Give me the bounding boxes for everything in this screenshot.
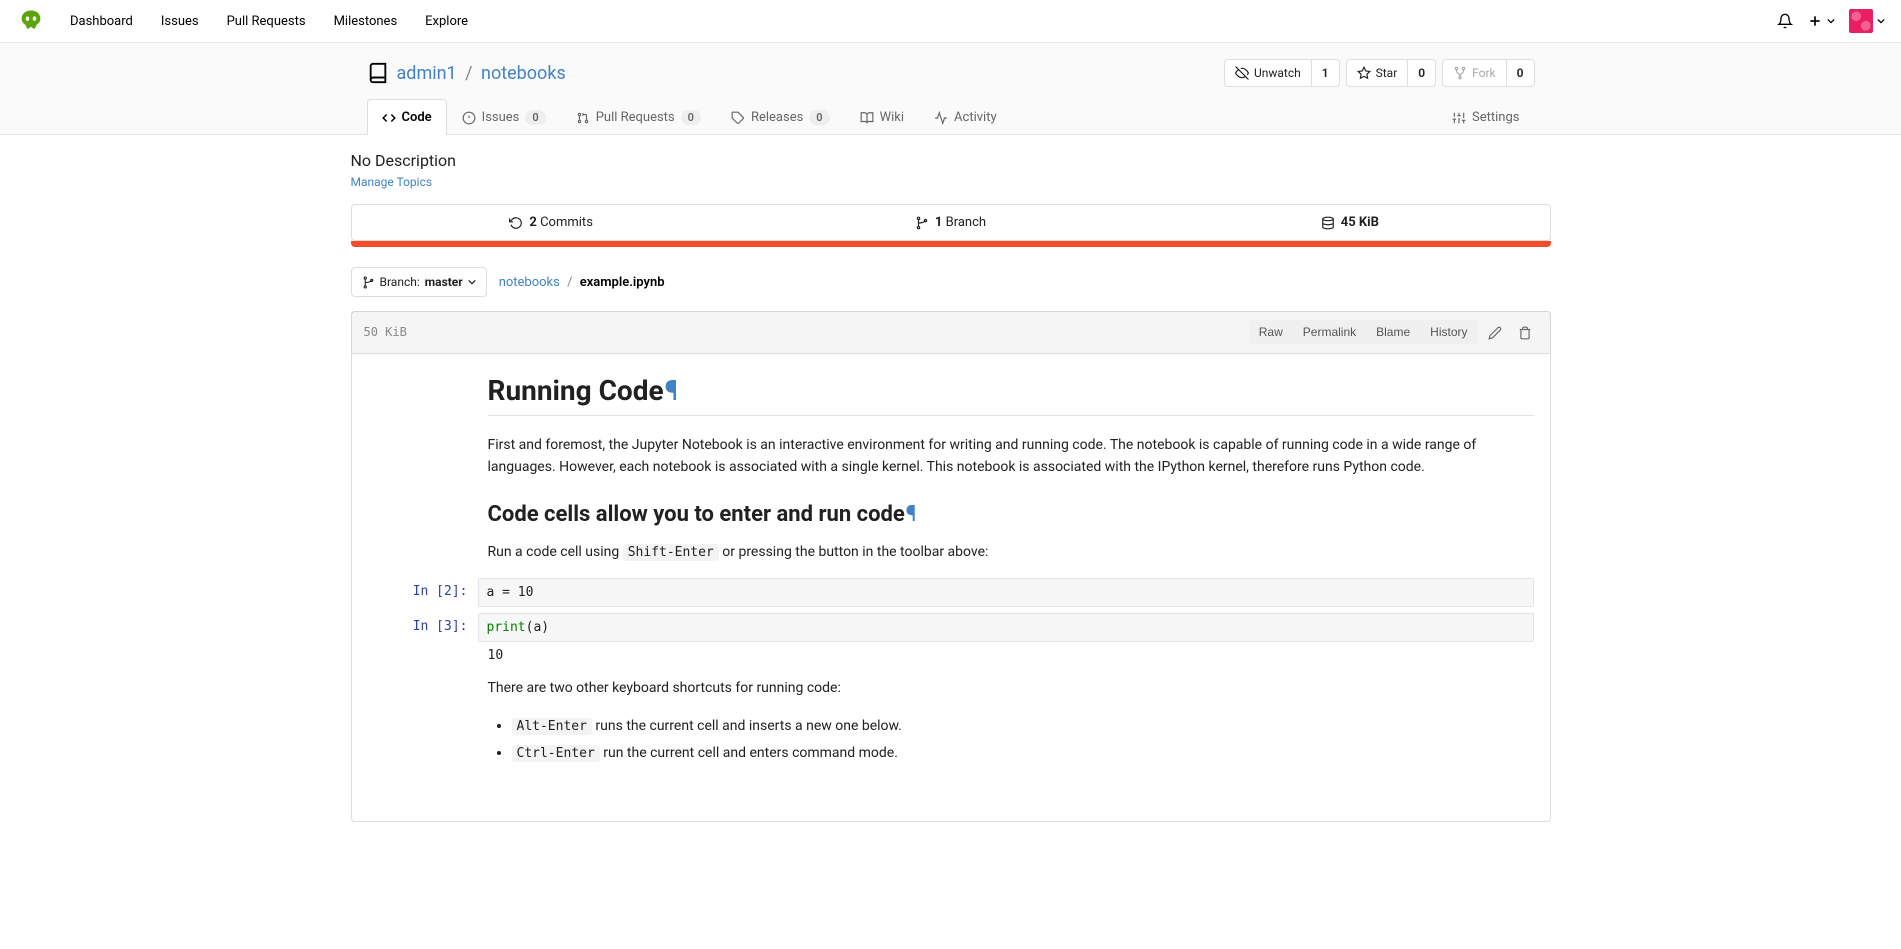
delete-icon[interactable]	[1512, 320, 1538, 345]
repo-description: No Description	[351, 151, 1551, 170]
blame-button[interactable]: Blame	[1366, 320, 1420, 344]
tab-issues-count: 0	[525, 110, 545, 125]
code-cell: In [3]: print(a)	[368, 613, 1534, 642]
tab-issues[interactable]: Issues 0	[447, 99, 561, 135]
tab-code[interactable]: Code	[367, 99, 447, 135]
list-item: Ctrl-Enter run the current cell and ente…	[512, 740, 1534, 767]
manage-topics-link[interactable]: Manage Topics	[351, 175, 433, 189]
raw-button[interactable]: Raw	[1249, 320, 1293, 344]
language-bar	[351, 241, 1551, 247]
code-input: a = 10	[478, 578, 1534, 607]
crumb-file: example.ipynb	[580, 275, 665, 290]
code-input: print(a)	[478, 613, 1534, 642]
file-header: 50 KiB Raw Permalink Blame History	[351, 311, 1551, 353]
repo-tabs: Code Issues 0 Pull Requests 0 Releases 0…	[367, 99, 1535, 134]
repo-name-link[interactable]: notebooks	[481, 63, 566, 84]
nb-heading-1: Running Code¶	[488, 374, 1534, 416]
user-menu[interactable]	[1849, 9, 1885, 33]
star-label: Star	[1376, 66, 1398, 80]
code-cell: In [2]: a = 10	[368, 578, 1534, 607]
fork-count: 0	[1506, 60, 1534, 86]
branch-prefix: Branch:	[380, 275, 420, 289]
nb-paragraph: There are two other keyboard shortcuts f…	[488, 677, 1534, 699]
avatar	[1849, 9, 1873, 33]
anchor-link-icon[interactable]: ¶	[665, 374, 679, 407]
fork-button[interactable]: Fork 0	[1442, 59, 1534, 87]
star-button[interactable]: Star 0	[1346, 59, 1437, 87]
tab-pulls-label: Pull Requests	[596, 110, 675, 125]
tab-releases-count: 0	[809, 110, 829, 125]
nav-pull-requests[interactable]: Pull Requests	[215, 4, 318, 39]
breadcrumb: notebooks / example.ipynb	[499, 275, 665, 290]
nav-dashboard[interactable]: Dashboard	[58, 4, 145, 39]
stat-commits[interactable]: 2 Commits	[352, 205, 751, 240]
top-navbar: Dashboard Issues Pull Requests Milestone…	[0, 0, 1901, 43]
tab-releases[interactable]: Releases 0	[716, 99, 845, 135]
tab-activity[interactable]: Activity	[919, 99, 1012, 135]
tab-code-label: Code	[402, 110, 432, 125]
permalink-button[interactable]: Permalink	[1293, 320, 1366, 344]
edit-icon[interactable]	[1482, 320, 1508, 345]
inline-code: Alt-Enter	[512, 718, 592, 735]
input-prompt: In [2]:	[368, 578, 478, 599]
commits-count: 2	[529, 215, 536, 230]
tab-pulls-count: 0	[681, 110, 701, 125]
stats-bar: 2 Commits 1 Branch 45 KiB	[351, 204, 1551, 241]
repo-owner-link[interactable]: admin1	[397, 63, 457, 84]
inline-code: Shift-Enter	[623, 544, 719, 561]
watch-count: 1	[1311, 60, 1339, 86]
inline-code: Ctrl-Enter	[512, 745, 600, 762]
fork-label: Fork	[1472, 66, 1496, 80]
repo-icon	[367, 62, 389, 84]
nav-issues[interactable]: Issues	[149, 4, 211, 39]
file-content: Running Code¶ First and foremost, the Ju…	[351, 353, 1551, 822]
nav-explore[interactable]: Explore	[413, 4, 480, 39]
tab-wiki-label: Wiki	[880, 110, 904, 125]
tab-settings-label: Settings	[1472, 110, 1519, 125]
nb-heading-2: Code cells allow you to enter and run co…	[488, 502, 1534, 527]
nav-milestones[interactable]: Milestones	[322, 4, 410, 39]
watch-label: Unwatch	[1254, 66, 1301, 80]
anchor-link-icon[interactable]: ¶	[906, 502, 917, 527]
tab-settings[interactable]: Settings	[1437, 99, 1534, 135]
repo-header: admin1 / notebooks Unwatch 1 Star	[0, 43, 1901, 135]
tab-issues-label: Issues	[482, 110, 520, 125]
stat-branches[interactable]: 1 Branch	[751, 205, 1150, 240]
input-prompt: In [3]:	[368, 613, 478, 634]
stat-size: 45 KiB	[1150, 205, 1549, 240]
notifications-icon[interactable]	[1777, 13, 1793, 29]
commits-label: Commits	[537, 215, 593, 230]
code-output: 10	[488, 648, 1534, 663]
create-menu[interactable]	[1807, 13, 1835, 29]
tab-pulls[interactable]: Pull Requests 0	[561, 99, 716, 135]
nb-list: Alt-Enter runs the current cell and inse…	[512, 713, 1534, 766]
nav-right	[1777, 9, 1885, 33]
nav-links: Dashboard Issues Pull Requests Milestone…	[58, 4, 480, 39]
crumb-root[interactable]: notebooks	[499, 275, 560, 290]
repo-title: admin1 / notebooks	[397, 63, 566, 84]
watch-button[interactable]: Unwatch 1	[1224, 59, 1340, 87]
tab-releases-label: Releases	[751, 110, 803, 125]
list-item: Alt-Enter runs the current cell and inse…	[512, 713, 1534, 740]
nb-paragraph: Run a code cell using Shift-Enter or pre…	[488, 541, 1534, 564]
branch-label: Branch	[942, 215, 986, 230]
branch-name: master	[425, 275, 463, 289]
history-button[interactable]: History	[1420, 320, 1477, 344]
tab-activity-label: Activity	[954, 110, 997, 125]
site-logo[interactable]	[16, 6, 46, 36]
nb-paragraph: First and foremost, the Jupyter Notebook…	[488, 434, 1534, 479]
file-view-buttons: Raw Permalink Blame History	[1249, 320, 1478, 344]
tab-wiki[interactable]: Wiki	[845, 99, 919, 135]
star-count: 0	[1407, 60, 1435, 86]
repo-size: 45 KiB	[1341, 215, 1379, 230]
branch-selector[interactable]: Branch: master	[351, 267, 487, 297]
file-size: 50 KiB	[364, 325, 407, 339]
